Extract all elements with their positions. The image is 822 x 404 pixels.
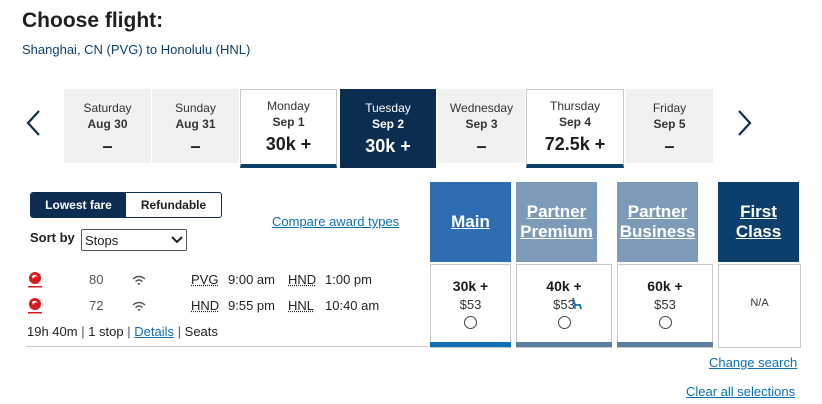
date-tile-sep-1[interactable]: Monday Sep 1 30k +	[240, 89, 337, 168]
chevron-down-icon	[171, 236, 183, 244]
cabin-header-line: First	[740, 202, 777, 221]
date-day-of-week: Monday	[267, 99, 310, 113]
date-tile-sep-5[interactable]: Friday Sep 5 –	[626, 89, 713, 163]
cabin-header-line: Class	[735, 222, 782, 241]
destination-airport[interactable]: HND	[288, 272, 316, 287]
cabin-bar-partner-business	[617, 342, 713, 347]
flight-stops: 1 stop	[88, 324, 124, 339]
japan-airlines-logo-icon	[28, 298, 42, 314]
origin-airport[interactable]: PVG	[191, 272, 218, 287]
date-price: –	[190, 136, 201, 156]
date-price: 72.5k +	[544, 134, 606, 154]
fare-radio[interactable]	[557, 316, 571, 329]
cabin-header-line: Partner	[526, 202, 587, 221]
cabin-bar-partner-premium	[516, 342, 612, 347]
flight-duration: 19h 40m	[27, 324, 78, 339]
japan-airlines-logo-icon	[28, 272, 42, 288]
date-day: Sep 1	[272, 115, 305, 129]
cabin-header-line: Partner	[627, 202, 688, 221]
fare-cell-first-class: N/A	[718, 264, 801, 348]
date-day: Sep 4	[558, 115, 591, 129]
fare-not-available: N/A	[750, 297, 769, 309]
page-title: Choose flight:	[22, 9, 164, 32]
compare-award-types-link[interactable]: Compare award types	[272, 214, 399, 229]
date-day-of-week: Friday	[652, 101, 687, 115]
chevron-right-icon	[738, 110, 752, 136]
refundable-tab[interactable]: Refundable	[126, 193, 221, 217]
flight-number: 80	[89, 272, 104, 287]
date-day-of-week: Saturday	[83, 101, 132, 115]
fare-radio[interactable]	[464, 316, 477, 329]
flight-number: 72	[89, 298, 104, 313]
change-search-link[interactable]: Change search	[709, 355, 797, 370]
date-day-of-week: Tuesday	[365, 101, 411, 115]
cabin-header-main[interactable]: Main	[430, 182, 511, 262]
date-tile-sep-2[interactable]: Tuesday Sep 2 30k +	[340, 89, 436, 168]
lowest-fare-tab[interactable]: Lowest fare	[31, 193, 126, 217]
cabin-header-line: Main	[451, 212, 490, 231]
fare-cash: $53	[459, 297, 482, 312]
wifi-icon	[132, 301, 146, 311]
date-day: Sep 2	[371, 117, 404, 131]
row-divider	[26, 346, 428, 347]
date-price: 30k +	[265, 134, 312, 154]
cabin-header-line: Premium	[520, 222, 593, 241]
wifi-icon	[132, 275, 146, 285]
sort-label: Sort by	[30, 230, 75, 245]
fare-type-toggle: Lowest fare Refundable	[30, 192, 222, 218]
date-price: –	[664, 136, 675, 156]
date-day: Sep 5	[653, 117, 686, 131]
arrival-time: 10:40 am	[325, 298, 380, 313]
seat-icon	[572, 297, 582, 310]
previous-dates-button[interactable]	[22, 108, 46, 138]
fare-radio[interactable]	[658, 316, 672, 329]
date-day-of-week: Sunday	[175, 101, 216, 115]
cabin-header-partner-premium[interactable]: Partner Premium	[516, 182, 597, 262]
cabin-header-partner-business[interactable]: Partner Business	[617, 182, 698, 262]
sort-dropdown-value: Stops	[85, 232, 119, 248]
fare-miles: 60k +	[647, 278, 683, 294]
departure-time: 9:00 am	[228, 272, 275, 287]
details-link[interactable]: Details	[134, 324, 174, 339]
departure-time: 9:55 pm	[228, 298, 275, 313]
arrival-time: 1:00 pm	[325, 272, 372, 287]
date-tile-aug-31[interactable]: Sunday Aug 31 –	[152, 89, 239, 163]
date-day-of-week: Thursday	[549, 99, 601, 113]
date-day: Sep 3	[465, 117, 498, 131]
cabin-bar-main	[430, 342, 511, 347]
date-price: –	[102, 136, 113, 156]
fare-cash: $53	[553, 297, 575, 312]
origin-airport[interactable]: HND	[191, 298, 219, 313]
cabin-header-first-class[interactable]: First Class	[718, 182, 799, 262]
date-day: Aug 31	[175, 117, 216, 131]
destination-airport[interactable]: HNL	[288, 298, 314, 313]
fare-miles: 40k +	[546, 278, 582, 294]
next-dates-button[interactable]	[732, 108, 756, 138]
date-tile-sep-3[interactable]: Wednesday Sep 3 –	[438, 89, 525, 163]
chevron-left-icon	[26, 110, 40, 136]
route-subtitle: Shanghai, CN (PVG) to Honolulu (HNL)	[22, 42, 251, 57]
fare-cell-partner-business[interactable]: 60k + $53	[617, 264, 713, 348]
date-price: 30k +	[365, 136, 411, 156]
fare-cell-main[interactable]: 30k + $53	[430, 264, 511, 348]
fare-cell-partner-premium[interactable]: 40k + $53	[516, 264, 612, 348]
cabin-header-line: Business	[619, 222, 696, 241]
flight-summary: 19h 40m | 1 stop | Details | Seats	[27, 324, 218, 339]
date-tile-sep-4[interactable]: Thursday Sep 4 72.5k +	[526, 89, 624, 168]
fare-cash: $53	[654, 297, 676, 312]
date-price: –	[476, 136, 487, 156]
sort-dropdown[interactable]: Stops	[81, 229, 187, 251]
fare-miles: 30k +	[452, 278, 489, 294]
date-day: Aug 30	[87, 117, 128, 131]
date-tile-aug-30[interactable]: Saturday Aug 30 –	[64, 89, 151, 163]
date-day-of-week: Wednesday	[449, 101, 514, 115]
seats-link[interactable]: Seats	[185, 324, 218, 339]
clear-all-selections-link[interactable]: Clear all selections	[686, 384, 795, 399]
